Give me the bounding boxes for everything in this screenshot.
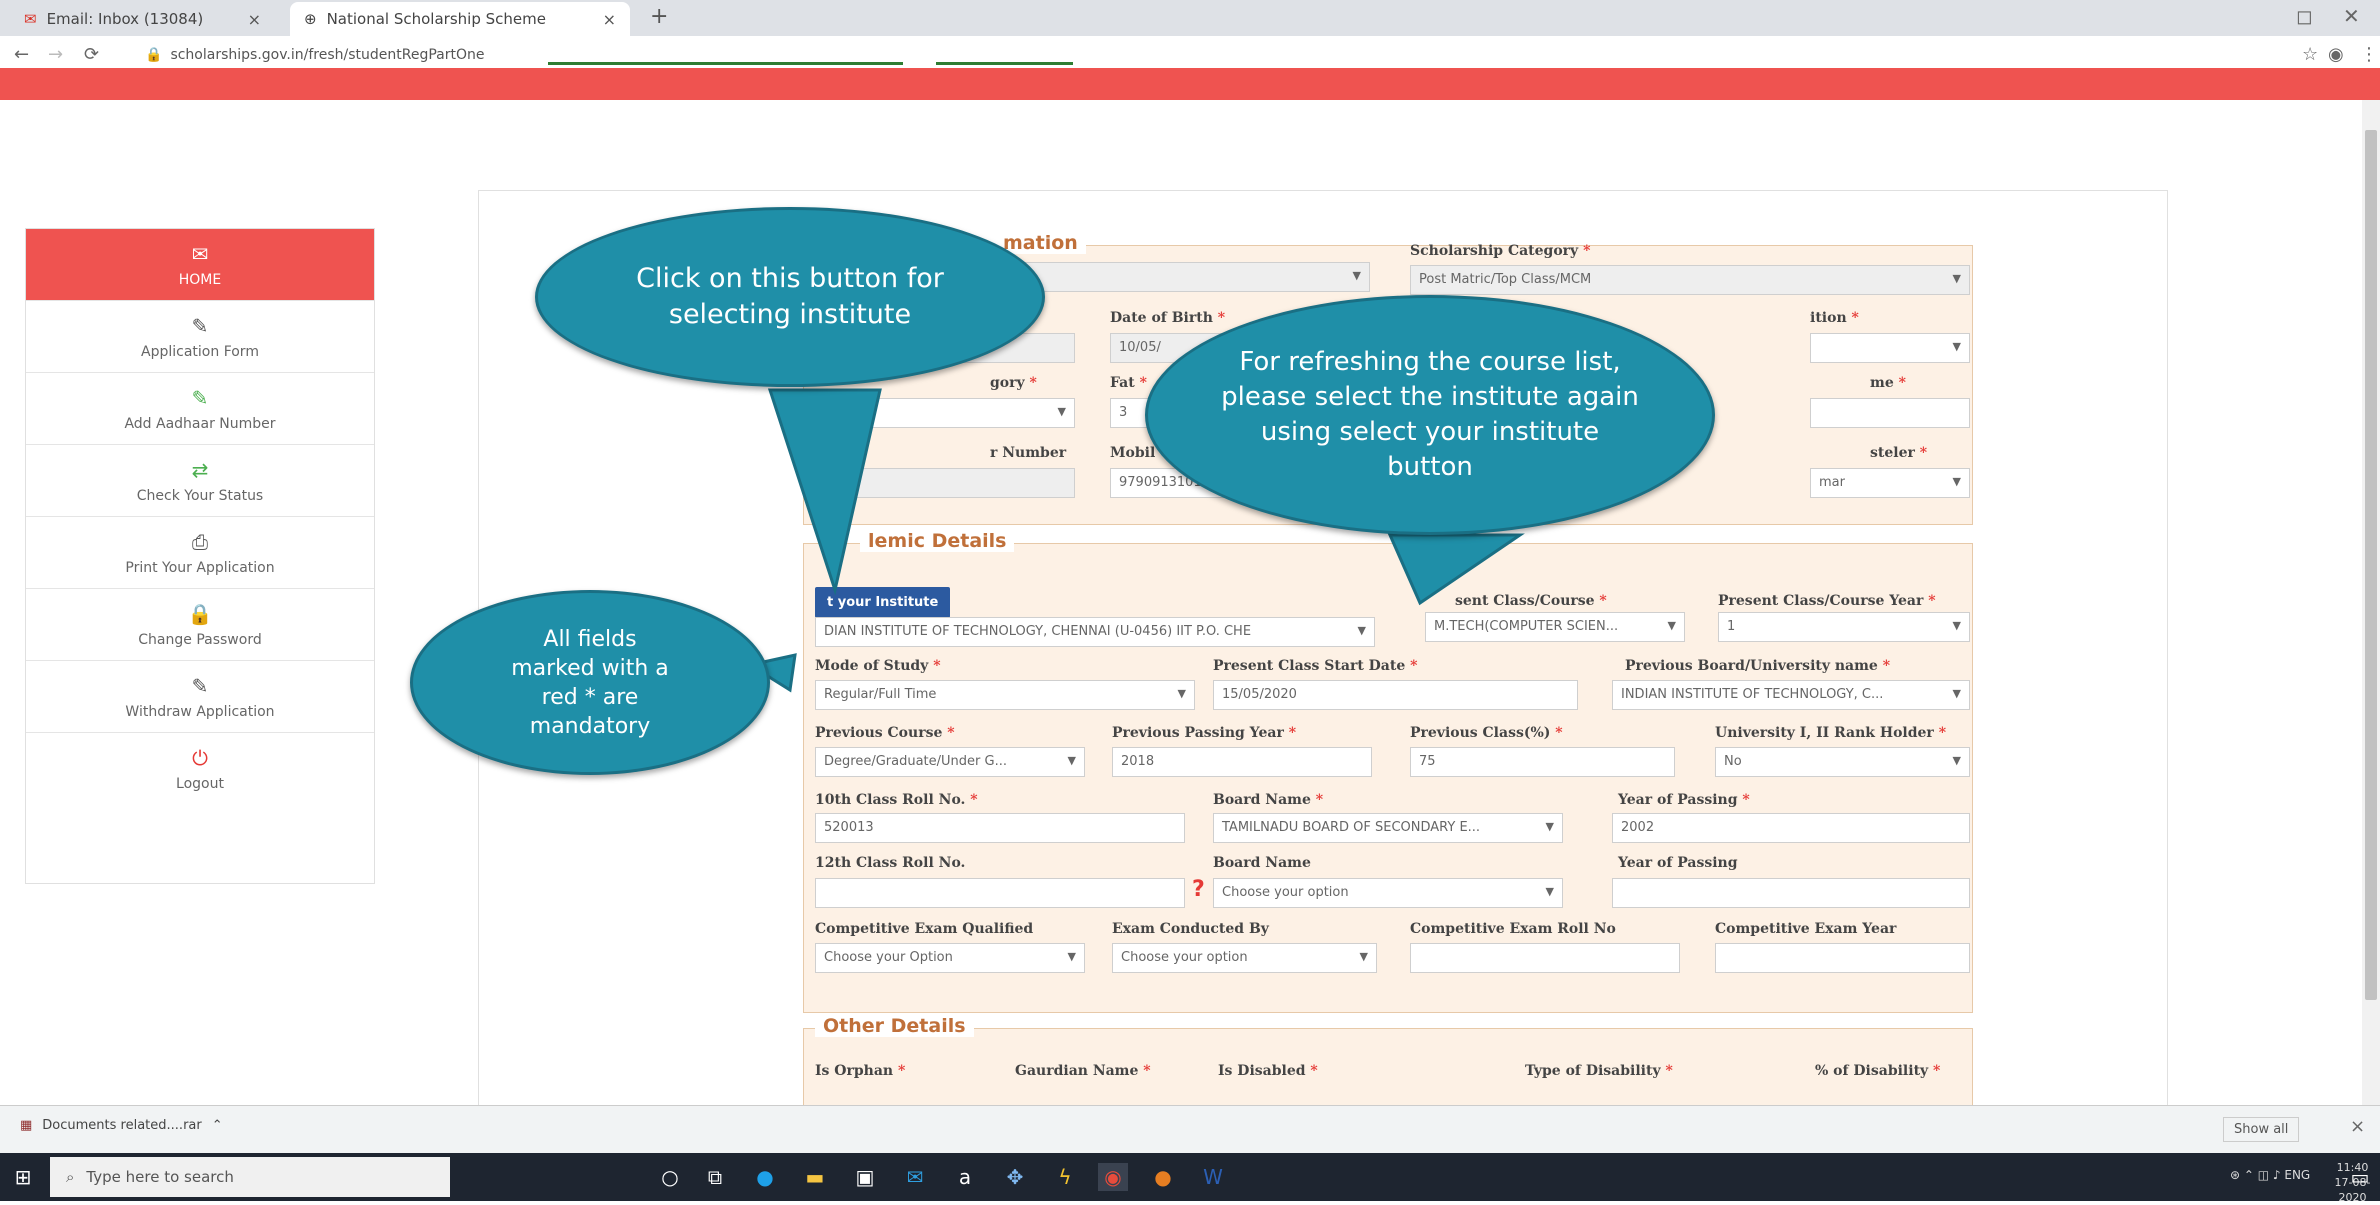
amazon-icon[interactable]: a <box>950 1163 980 1191</box>
file-explorer-icon[interactable]: ▬ <box>800 1163 830 1191</box>
notification-icon[interactable]: ▭ <box>2345 1163 2375 1191</box>
page-scrollbar[interactable] <box>2362 100 2380 1105</box>
mail-icon[interactable]: ✉ <box>900 1163 930 1191</box>
search-placeholder: Type here to search <box>86 1168 234 1186</box>
callout-tail <box>767 388 882 596</box>
taskbar-search[interactable]: ⌕ Type here to search <box>50 1157 450 1197</box>
downloads-bar <box>0 1105 2380 1153</box>
system-tray[interactable]: ⊛ ⌃ ◫ ♪ ENG <box>2230 1168 2310 1182</box>
callout-select-institute: Click on this button for selecting insti… <box>535 207 1045 387</box>
scrollbar-thumb[interactable] <box>2365 130 2377 1000</box>
callout-tail <box>1387 533 1525 606</box>
tray-icons: ⊛ ⌃ ◫ ♪ <box>2230 1168 2285 1182</box>
power-automate-icon[interactable]: ϟ <box>1050 1163 1080 1191</box>
download-item[interactable]: ▦ Documents related....rar ⌃ <box>20 1118 223 1133</box>
download-label: Documents related....rar <box>42 1118 202 1133</box>
dropbox-icon[interactable]: ✥ <box>1000 1163 1030 1191</box>
search-icon: ⌕ <box>66 1168 75 1186</box>
callout-tails <box>746 388 1525 693</box>
task-view-icon[interactable]: ⧉ <box>700 1163 730 1191</box>
close-icon[interactable]: × <box>2350 1116 2365 1137</box>
language-indicator[interactable]: ENG <box>2284 1168 2310 1182</box>
windows-start-icon[interactable]: ⊞ <box>8 1163 38 1191</box>
store-icon[interactable]: ▣ <box>850 1163 880 1191</box>
archive-icon: ▦ <box>20 1118 33 1133</box>
chrome-icon[interactable]: ◉ <box>1098 1163 1128 1191</box>
show-all-button[interactable]: Show all <box>2223 1117 2300 1142</box>
edge-icon[interactable]: ● <box>750 1163 780 1191</box>
cortana-icon[interactable]: ○ <box>655 1163 685 1191</box>
callout-mandatory-fields: All fields marked with a red * are manda… <box>410 590 770 775</box>
word-icon[interactable]: W <box>1198 1163 1228 1191</box>
callout-refresh-course: For refreshing the course list, please s… <box>1145 295 1715 535</box>
firefox-icon[interactable]: ● <box>1148 1163 1178 1191</box>
chevron-up-icon[interactable]: ⌃ <box>212 1118 223 1133</box>
